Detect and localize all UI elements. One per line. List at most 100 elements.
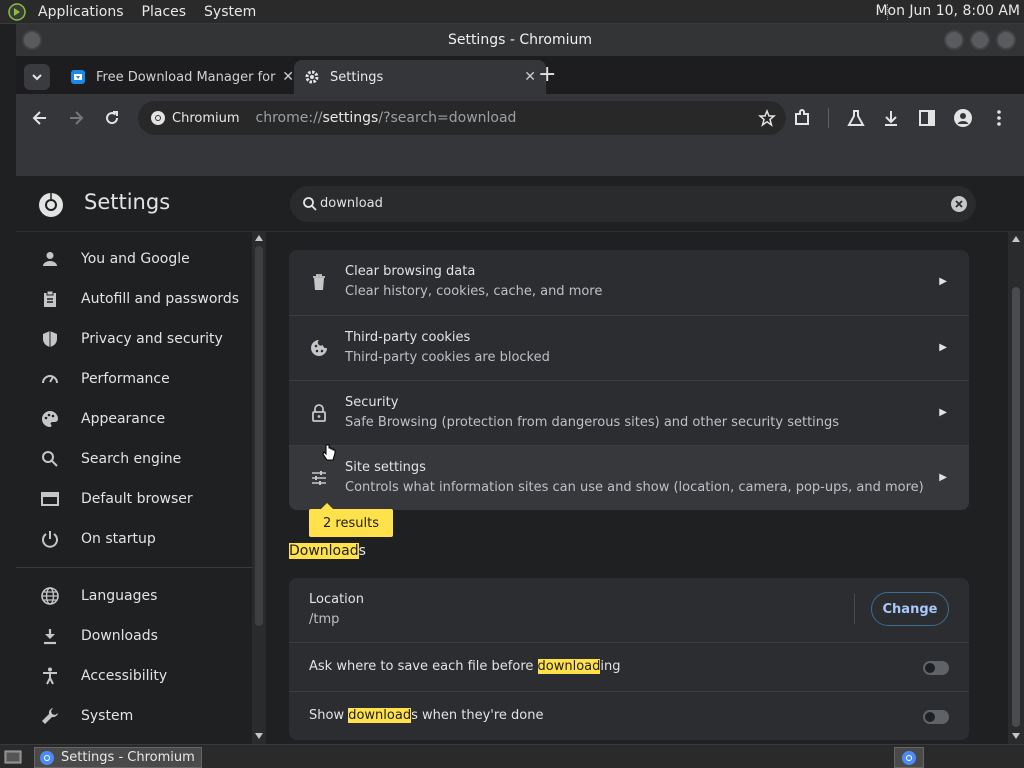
- close-window-button[interactable]: [996, 30, 1016, 50]
- sidebar-item-label: Languages: [81, 588, 158, 604]
- sliders-icon: [312, 471, 326, 485]
- kebab-menu-icon[interactable]: [989, 108, 1009, 128]
- profile-avatar-icon[interactable]: [953, 108, 973, 128]
- sidebar-item-label: Default browser: [81, 491, 193, 507]
- row-ask-where-to-save[interactable]: Ask where to save each file before downl…: [289, 642, 969, 691]
- location-label: Location: [309, 592, 364, 607]
- arrow-right-icon: ▶: [939, 342, 947, 353]
- search-highlight: download: [537, 659, 601, 674]
- row-site-settings[interactable]: Site settings Controls what information …: [289, 445, 969, 510]
- new-tab-button[interactable]: +: [538, 62, 556, 87]
- location-value: /tmp: [309, 612, 340, 627]
- ask-where-toggle[interactable]: [923, 661, 949, 675]
- row-third-party-cookies[interactable]: Third-party cookies Third-party cookies …: [289, 315, 969, 380]
- window-title: Settings - Chromium: [447, 32, 593, 48]
- chromium-logo-icon: [39, 193, 63, 217]
- reload-icon[interactable]: [102, 108, 122, 128]
- change-location-button[interactable]: Change: [871, 592, 949, 626]
- taskbar-item-label: Settings - Chromium: [61, 750, 195, 765]
- wrench-icon: [42, 708, 58, 724]
- row-subtitle: Clear history, cookies, cache, and more: [345, 284, 603, 299]
- row-security[interactable]: Security Safe Browsing (protection from …: [289, 380, 969, 445]
- close-tab-icon[interactable]: ✕: [282, 69, 294, 85]
- row-show-downloads[interactable]: Show downloads when they're done: [289, 691, 969, 740]
- show-desktop-icon[interactable]: [4, 749, 22, 765]
- sidebar-item-performance[interactable]: Performance: [16, 361, 252, 397]
- fdm-favicon: [71, 70, 85, 84]
- clipboard-icon: [44, 290, 56, 307]
- sidebar-item-privacy[interactable]: Privacy and security: [16, 321, 252, 357]
- sidebar-item-label: Performance: [81, 371, 170, 387]
- search-icon: [42, 451, 58, 467]
- labs-flask-icon[interactable]: [846, 108, 866, 128]
- scroll-down-arrow-icon[interactable]: [255, 733, 263, 739]
- row-title: Clear browsing data: [345, 264, 476, 279]
- sidebar-divider: [16, 567, 252, 568]
- sidebar-item-languages[interactable]: Languages: [16, 578, 252, 614]
- tab-strip: Free Download Manager for L ✕ Settings ✕…: [16, 56, 1024, 94]
- settings-sidebar: You and Google Autofill and passwords Pr…: [16, 232, 252, 744]
- gnome-foot-icon[interactable]: [8, 2, 26, 21]
- site-info-chip[interactable]: Chromium: [150, 110, 240, 126]
- show-downloads-label: Show downloads when they're done: [309, 708, 544, 723]
- places-menu[interactable]: Places: [136, 4, 193, 20]
- sidebar-item-autofill[interactable]: Autofill and passwords: [16, 281, 252, 317]
- tab-settings[interactable]: Settings ✕: [294, 60, 546, 94]
- scroll-up-arrow-icon[interactable]: [255, 235, 263, 241]
- tab-search-button[interactable]: [24, 64, 50, 90]
- minimize-button[interactable]: [944, 30, 964, 50]
- row-clear-browsing-data[interactable]: Clear browsing data Clear history, cooki…: [289, 250, 969, 315]
- sidebar-item-default-browser[interactable]: Default browser: [16, 481, 252, 517]
- applications-menu[interactable]: Applications: [32, 4, 130, 20]
- browser-icon: [41, 492, 59, 506]
- clear-search-icon[interactable]: [950, 195, 968, 213]
- sidebar-scroll-thumb[interactable]: [255, 246, 263, 626]
- scroll-up-arrow-icon[interactable]: [1012, 236, 1020, 242]
- panel-clock[interactable]: Mon Jun 10, 8:00 AM: [875, 3, 1020, 19]
- bookmark-star-icon[interactable]: [758, 109, 776, 127]
- sidebar-item-search-engine[interactable]: Search engine: [16, 441, 252, 477]
- sidebar-item-system[interactable]: System: [16, 698, 252, 734]
- row-subtitle: Safe Browsing (protection from dangerous…: [345, 415, 840, 430]
- url-text: chrome://settings/?search=download: [255, 110, 517, 126]
- search-icon: [303, 197, 317, 211]
- workspace-switcher[interactable]: [894, 747, 924, 768]
- back-icon[interactable]: [30, 108, 50, 128]
- power-icon: [42, 531, 58, 548]
- main-scrollbar[interactable]: [1008, 232, 1024, 744]
- address-bar[interactable]: Chromium chrome://settings/?search=downl…: [138, 101, 786, 135]
- main-scroll-thumb[interactable]: [1012, 287, 1020, 727]
- toolbar-spacer: [16, 142, 1024, 176]
- sidebar-item-you-and-google[interactable]: You and Google: [16, 241, 252, 277]
- lock-icon: [312, 404, 326, 422]
- settings-search-box[interactable]: download: [290, 186, 976, 222]
- sidebar-item-accessibility[interactable]: Accessibility: [16, 658, 252, 694]
- sidebar-scrollbar[interactable]: [252, 232, 266, 744]
- sidebar-item-label: Downloads: [81, 628, 158, 644]
- sidebar-item-label: Privacy and security: [81, 331, 223, 347]
- download-icon: [44, 629, 56, 645]
- window-menu-button[interactable]: [22, 30, 42, 50]
- search-input[interactable]: download: [320, 196, 383, 211]
- row-title: Site settings: [345, 460, 426, 475]
- sidebar-item-label: Search engine: [81, 451, 182, 467]
- download-icon[interactable]: [881, 108, 901, 128]
- forward-icon[interactable]: [66, 108, 86, 128]
- scroll-down-arrow-icon[interactable]: [1012, 733, 1020, 739]
- show-downloads-toggle[interactable]: [923, 710, 949, 724]
- extensions-icon[interactable]: [792, 108, 812, 128]
- sidebar-item-downloads[interactable]: Downloads: [16, 618, 252, 654]
- search-results-bubble: 2 results: [309, 503, 393, 537]
- taskbar-item-chromium[interactable]: Settings - Chromium: [34, 747, 202, 768]
- side-panel-icon[interactable]: [917, 108, 937, 128]
- window-titlebar[interactable]: Settings - Chromium: [16, 24, 1024, 56]
- ask-where-label: Ask where to save each file before downl…: [309, 659, 621, 674]
- sidebar-item-on-startup[interactable]: On startup: [16, 521, 252, 557]
- close-tab-icon[interactable]: ✕: [524, 69, 536, 85]
- row-subtitle: Third-party cookies are blocked: [345, 350, 550, 365]
- maximize-button[interactable]: [970, 30, 990, 50]
- privacy-card: Clear browsing data Clear history, cooki…: [289, 250, 969, 510]
- tab-free-download-manager[interactable]: Free Download Manager for L ✕: [60, 60, 304, 94]
- system-menu[interactable]: System: [198, 4, 262, 20]
- sidebar-item-appearance[interactable]: Appearance: [16, 401, 252, 437]
